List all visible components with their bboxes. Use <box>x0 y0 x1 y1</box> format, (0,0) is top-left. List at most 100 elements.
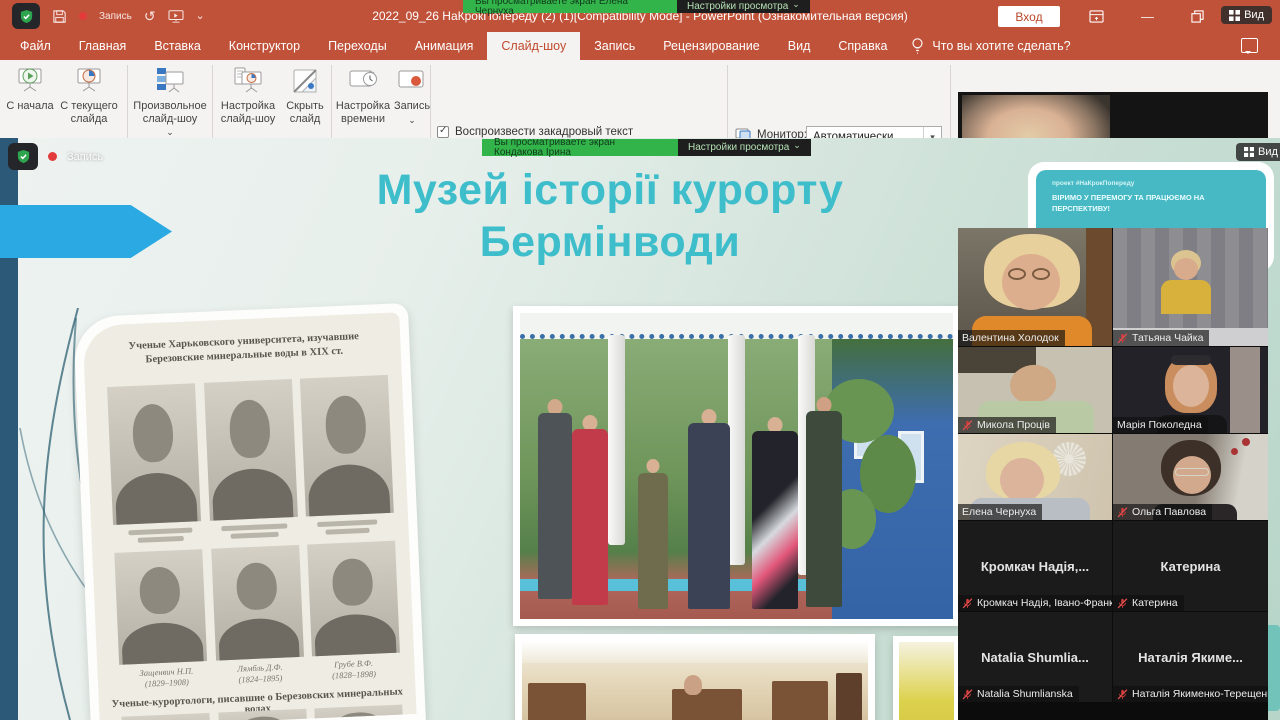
tab-review[interactable]: Рецензирование <box>649 32 774 60</box>
participants-panel: Валентина Холодок Татьяна Чайка Микола П… <box>958 228 1268 720</box>
self-video-thumbnail[interactable] <box>962 95 1110 138</box>
recording-dot-icon <box>48 152 57 161</box>
share-banner-inner-text: Вы просматриваете экран Кондакова Ірина <box>482 139 678 156</box>
tab-insert[interactable]: Вставка <box>140 32 214 60</box>
login-button[interactable]: Вход <box>998 6 1060 27</box>
mini-motto: ВІРИМО У ПЕРЕМОГУ ТА ПРАЦЮЄМО НА ПЕРСПЕК… <box>1036 187 1266 215</box>
participant-tile-active-speaker[interactable]: Елена Чернуха <box>958 434 1112 520</box>
participant-tile[interactable]: Катерина Катерина <box>1113 521 1268 611</box>
checkbox-play-narrations[interactable]: Воспроизвести закадровый текст <box>437 126 633 138</box>
monitor-label-row: Монитор: <box>735 128 807 138</box>
mic-muted-icon <box>962 689 973 700</box>
zoom-view-label: Вид <box>1244 9 1264 21</box>
mini-project-label: проект #НаКрокПопереду <box>1036 170 1266 187</box>
portrait-photo <box>114 549 207 665</box>
participant-name: Микола Проців <box>977 419 1050 431</box>
museum-interior-photo <box>515 634 875 720</box>
restore-button[interactable] <box>1191 0 1204 32</box>
participant-tile[interactable]: Татьяна Чайка <box>1113 228 1268 346</box>
play-from-start-icon <box>14 65 46 97</box>
person-figure <box>638 459 668 609</box>
ribbon-display-options-icon[interactable] <box>1089 0 1104 32</box>
participant-tile[interactable]: Ольга Павлова <box>1113 434 1268 520</box>
participant-tile[interactable]: Валентина Холодок <box>958 228 1112 346</box>
zoom-view-button[interactable]: Вид <box>1221 6 1272 24</box>
tab-file[interactable]: Файл <box>6 32 65 60</box>
portrait-photo <box>203 379 297 521</box>
person-figure <box>688 409 730 609</box>
rehearse-timings-button[interactable]: Настройка времени <box>333 65 393 125</box>
inner-zoom-view-button[interactable]: Вид <box>1236 143 1280 161</box>
grid-icon <box>1229 10 1240 21</box>
undo-icon[interactable]: ↺ <box>144 9 156 23</box>
participant-name: Елена Чернуха <box>962 506 1036 518</box>
share-banner-inner: Вы просматриваете экран Кондакова Ірина … <box>482 139 811 156</box>
monitor-dropdown[interactable]: Автоматически ▾ <box>806 126 942 138</box>
blue-house <box>832 339 953 619</box>
participant-label: Natalia Shumlianska <box>977 688 1073 700</box>
minimize-button[interactable]: — <box>1141 0 1154 32</box>
custom-slideshow-button[interactable]: Произвольное слайд-шоу <box>131 65 209 138</box>
chevron-down-icon <box>792 2 800 12</box>
tab-view[interactable]: Вид <box>774 32 825 60</box>
participant-tile[interactable]: Марія Поколедна <box>1113 347 1268 433</box>
tab-help[interactable]: Справка <box>824 32 901 60</box>
tab-transitions[interactable]: Переходы <box>314 32 401 60</box>
slide-title: Музей історії курорту Бермінводи <box>290 164 930 269</box>
record-icon <box>396 65 428 97</box>
portrait-caption: Грубе В.Ф. (1828–1898) <box>307 657 402 683</box>
historic-portraits-poster: Ученые Харьковского университета, изучав… <box>73 303 426 720</box>
participant-tile[interactable]: Наталія Якиме... Наталія Якименко-Тереще… <box>1113 612 1268 702</box>
setup-slideshow-button[interactable]: Настройка слайд-шоу <box>216 65 280 125</box>
participant-name: Наталія Якиме... <box>1132 650 1249 665</box>
participant-tile[interactable]: Микола Проців <box>958 347 1112 433</box>
tab-animations[interactable]: Анимация <box>401 32 488 60</box>
participant-name: Кромкач Надія,... <box>975 559 1095 574</box>
participant-label: Кромкач Надія, Івано-Франківс... <box>977 597 1112 609</box>
custom-show-icon <box>154 65 186 97</box>
person-figure <box>538 399 572 599</box>
tab-record[interactable]: Запись <box>580 32 649 60</box>
portrait-photo <box>107 383 201 525</box>
portrait-photo <box>307 541 400 657</box>
participant-tile[interactable]: Кромкач Надія,... Кромкач Надія, Івано-Ф… <box>958 521 1112 611</box>
participant-name: Валентина Холодок <box>962 332 1059 344</box>
view-options-dropdown-outer[interactable]: Настройки просмотра <box>677 0 810 13</box>
mic-muted-icon <box>962 420 973 431</box>
save-icon[interactable] <box>52 9 67 24</box>
participant-tile[interactable]: Natalia Shumlia... Natalia Shumlianska <box>958 612 1112 702</box>
view-options-dropdown-inner[interactable]: Настройки просмотра <box>678 139 811 156</box>
participant-name: Татьяна Чайка <box>1132 332 1203 344</box>
tab-design[interactable]: Конструктор <box>215 32 314 60</box>
tell-me-search[interactable]: Что вы хотите сделать? <box>901 32 1070 60</box>
tab-slideshow-active[interactable]: Слайд-шоу <box>487 32 580 60</box>
divider <box>331 65 332 138</box>
hide-slide-button[interactable]: Скрыть слайд <box>282 65 328 125</box>
ribbon-tab-bar: Файл Главная Вставка Конструктор Переход… <box>0 32 1280 60</box>
dropdown-arrow-icon: ▾ <box>923 127 941 138</box>
tab-home[interactable]: Главная <box>65 32 141 60</box>
comments-icon[interactable] <box>1241 38 1258 53</box>
portrait-caption: Защенвич Н.П. (1829–1908) <box>119 665 214 691</box>
from-current-slide-button[interactable]: С текущего слайда <box>56 65 122 125</box>
play-current-icon <box>73 65 105 97</box>
from-beginning-button[interactable]: С начала <box>6 65 54 113</box>
share-banner-outer: Вы просматриваете экран Елена Чернуха На… <box>463 0 810 13</box>
qat-customize-caret-icon[interactable]: ⌄ <box>196 11 205 22</box>
slideshow-icon[interactable] <box>168 9 184 23</box>
participant-label: Наталія Якименко-Терещенко <box>1132 688 1268 700</box>
share-banner-outer-text: Вы просматриваете экран Елена Чернуха <box>463 0 677 13</box>
record-slideshow-button[interactable]: Запись <box>390 65 434 128</box>
person-figure <box>572 415 608 605</box>
divider <box>430 65 431 138</box>
dropdown-caret-icon <box>408 116 416 129</box>
mic-muted-icon <box>1117 689 1128 700</box>
person-figure <box>684 675 702 695</box>
recording-indicator: Запись <box>99 11 132 22</box>
portrait-photo <box>211 545 304 661</box>
screenshot-root: Запись ↺ ⌄ 2022_09_26 НаКрокПопереду (2)… <box>0 0 1280 720</box>
security-shield-icon <box>8 143 38 170</box>
recording-dot-icon <box>79 12 87 20</box>
participant-name: Марія Поколедна <box>1117 419 1202 431</box>
side-photo <box>893 636 960 720</box>
